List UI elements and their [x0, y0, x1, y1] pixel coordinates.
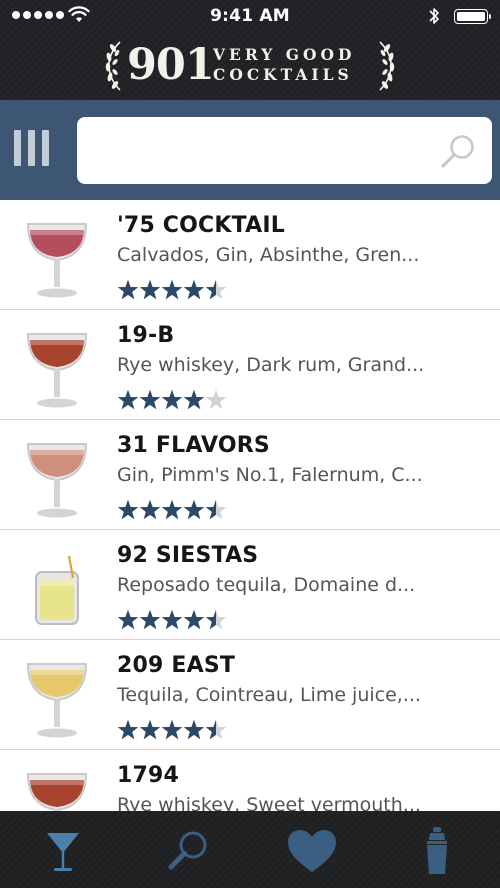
cocktail-row[interactable]: '75 COCKTAIL Calvados, Gin, Absinthe, Gr…	[0, 200, 500, 310]
logo-number: 901	[127, 40, 215, 90]
cocktail-glass-icon	[26, 223, 88, 298]
app-header: 9:41 AM 901 VERY GOOD COCKTAILS	[0, 0, 500, 100]
star-filled	[183, 499, 205, 520]
tab-bar	[0, 811, 500, 888]
laurel-right-icon	[379, 41, 395, 91]
star-filled	[117, 279, 139, 300]
cocktail-name: '75 COCKTAIL	[117, 213, 285, 238]
heart-icon	[288, 830, 336, 872]
cocktail-name: 19-B	[117, 323, 175, 348]
cocktail-glass-icon	[26, 663, 88, 738]
status-time: 9:41 AM	[210, 6, 290, 26]
cocktails-tab[interactable]	[33, 823, 93, 879]
shaker-tab[interactable]	[407, 823, 467, 879]
battery-icon	[454, 9, 491, 24]
star-filled	[117, 609, 139, 630]
martini-glass-icon	[47, 833, 79, 871]
star-filled	[183, 279, 205, 300]
star-filled	[161, 609, 183, 630]
star-filled	[183, 389, 205, 410]
logo-line-1: VERY GOOD	[213, 45, 356, 64]
cocktail-glass-icon	[26, 773, 88, 811]
cocktail-ingredients: Gin, Pimm's No.1, Falernum, C...	[117, 464, 423, 486]
cocktail-row[interactable]: 31 FLAVORS Gin, Pimm's No.1, Falernum, C…	[0, 420, 500, 530]
search-icon[interactable]	[436, 130, 480, 174]
cocktail-row[interactable]: 92 SIESTAS Reposado tequila, Domaine d..…	[0, 530, 500, 640]
cocktail-row[interactable]: 209 EAST Tequila, Cointreau, Lime juice,…	[0, 640, 500, 750]
status-bar: 9:41 AM	[0, 0, 500, 32]
star-filled	[161, 389, 183, 410]
search-input[interactable]	[77, 117, 492, 184]
cocktail-name: 31 FLAVORS	[117, 433, 270, 458]
app-logo: 901 VERY GOOD COCKTAILS	[105, 36, 395, 96]
magnifier-icon	[168, 831, 207, 870]
star-filled	[139, 499, 161, 520]
cocktail-row[interactable]: 19-B Rye whiskey, Dark rum, Grand...	[0, 310, 500, 420]
laurel-left-icon	[105, 41, 121, 91]
cocktail-name: 209 EAST	[117, 653, 236, 678]
cocktail-list: '75 COCKTAIL Calvados, Gin, Absinthe, Gr…	[0, 200, 500, 811]
shaker-icon	[427, 827, 447, 874]
cocktail-ingredients: Calvados, Gin, Absinthe, Gren...	[117, 244, 420, 266]
star-filled	[117, 389, 139, 410]
logo-line-2: COCKTAILS	[213, 65, 353, 84]
cocktail-name: 1794	[117, 763, 180, 788]
menu-button[interactable]	[14, 130, 50, 166]
cocktail-ingredients: Reposado tequila, Domaine d...	[117, 574, 416, 596]
cocktail-ingredients: Rye whiskey, Dark rum, Grand...	[117, 354, 425, 376]
search-tab[interactable]	[158, 823, 218, 879]
rating-stars	[117, 499, 227, 520]
star-filled	[139, 609, 161, 630]
favorites-tab[interactable]	[282, 823, 342, 879]
star-filled	[183, 719, 205, 740]
star-filled	[117, 499, 139, 520]
star-filled	[139, 389, 161, 410]
star-filled	[139, 719, 161, 740]
star-empty	[205, 389, 227, 410]
star-filled	[161, 719, 183, 740]
bluetooth-icon	[429, 8, 439, 24]
rating-stars	[117, 719, 227, 740]
cocktail-name: 92 SIESTAS	[117, 543, 259, 568]
star-filled	[161, 279, 183, 300]
cocktail-row[interactable]: 1794 Rye whiskey, Sweet vermouth...	[0, 750, 500, 811]
star-filled	[161, 499, 183, 520]
rating-stars	[117, 609, 227, 630]
cocktail-ingredients: Rye whiskey, Sweet vermouth...	[117, 794, 421, 811]
rating-stars	[117, 279, 227, 300]
cocktail-glass-icon	[35, 555, 79, 625]
cocktail-glass-icon	[26, 443, 88, 518]
star-filled	[117, 719, 139, 740]
star-filled	[139, 279, 161, 300]
cocktail-glass-icon	[26, 333, 88, 408]
rating-stars	[117, 389, 227, 410]
star-filled	[183, 609, 205, 630]
cocktail-ingredients: Tequila, Cointreau, Lime juice,...	[117, 684, 421, 706]
